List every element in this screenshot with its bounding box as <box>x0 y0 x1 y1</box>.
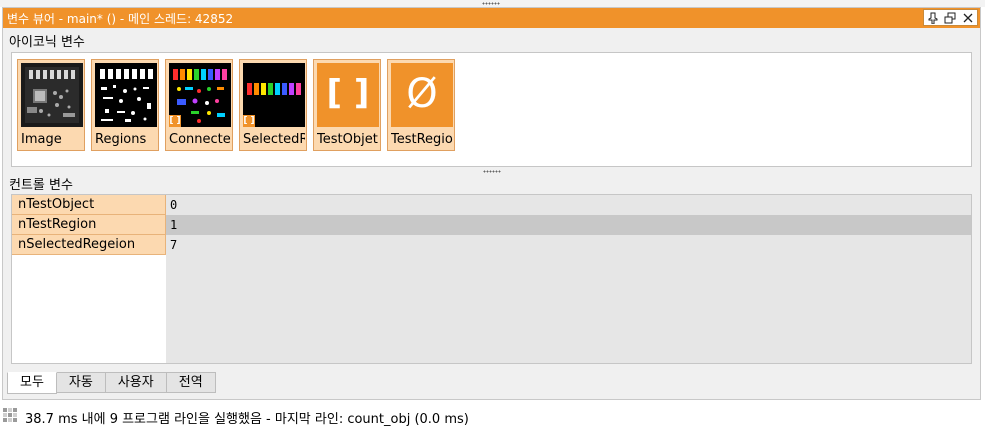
status-grid-icon <box>3 408 17 422</box>
variable-value: 0 <box>170 198 178 212</box>
selected-regions-thumbnail: [ ] <box>243 63 305 127</box>
table-row[interactable]: nSelectedRegeion 7 <box>12 235 971 255</box>
float-window-icon[interactable] <box>943 11 957 25</box>
tuple-badge-icon: [ ] <box>243 115 255 127</box>
titlebar-buttons <box>923 9 978 26</box>
iconic-tile-image[interactable]: Image <box>17 59 85 151</box>
control-section-label: 컨트롤 변수 <box>9 178 73 193</box>
iconic-tile-selectedr[interactable]: [ ] SelectedR <box>239 59 307 151</box>
tab-auto[interactable]: 자동 <box>56 372 106 393</box>
iconic-section-label: 아이코닉 변수 <box>9 35 85 50</box>
table-row[interactable]: nTestObject 0 <box>12 195 971 215</box>
variable-value: 7 <box>170 238 178 252</box>
regions-thumbnail <box>95 63 157 127</box>
splitter-grip-icon[interactable] <box>483 170 501 173</box>
tuple-badge-icon: [ ] <box>169 115 181 127</box>
iconic-tile-regions[interactable]: Regions <box>91 59 159 151</box>
variable-name: nTestRegion <box>12 215 166 235</box>
variable-name: nTestObject <box>12 195 166 215</box>
grip-dots-icon <box>482 2 500 5</box>
panel-titlebar[interactable]: 변수 뷰어 - main* () - 메인 스레드: 42852 <box>3 8 980 28</box>
panel-title: 변수 뷰어 - main* () - 메인 스레드: 42852 <box>7 12 234 26</box>
pin-icon[interactable] <box>926 11 940 25</box>
tile-label: Regions <box>95 132 147 147</box>
tile-label: TestObjet <box>317 132 378 147</box>
variable-value: 1 <box>166 215 971 235</box>
tile-label: Connected <box>169 132 231 147</box>
table-row[interactable]: nTestRegion 1 <box>12 215 971 235</box>
tile-label: SelectedR <box>243 132 305 147</box>
tab-all[interactable]: 모두 <box>7 372 57 394</box>
iconic-tile-connected[interactable]: [ ] Connected <box>165 59 233 151</box>
status-text: 38.7 ms 내에 9 프로그램 라인을 실행했음 - 마지막 라인: cou… <box>25 412 469 426</box>
iconic-tile-testobjet[interactable]: [ ] TestObjet <box>313 59 381 151</box>
tile-label: Image <box>21 132 62 147</box>
variable-name: nSelectedRegeion <box>12 235 166 255</box>
image-thumbnail <box>21 63 83 127</box>
empty-tuple-thumbnail: [ ] <box>317 63 379 127</box>
connected-thumbnail: [ ] <box>169 63 231 127</box>
control-variables-table: nTestObject 0 nTestRegion 1 nSelectedReg… <box>11 194 972 364</box>
empty-tuple-icon: [ ] <box>326 73 370 113</box>
iconic-variables-area: Image Regions [] Connecte [] SelectedR… <box>11 52 972 167</box>
empty-set-icon: Ø <box>406 71 438 117</box>
tab-global[interactable]: 전역 <box>166 372 216 393</box>
status-bar: 38.7 ms 내에 9 프로그램 라인을 실행했음 - 마지막 라인: cou… <box>0 404 985 426</box>
variable-viewer-panel: 변수 뷰어 - main* () - 메인 스레드: 42852 아이코닉 변수 <box>2 7 981 400</box>
empty-object-thumbnail: Ø <box>391 63 453 127</box>
top-resize-grip[interactable] <box>0 0 985 7</box>
tile-label: TestRegio <box>391 132 453 147</box>
close-icon[interactable] <box>961 11 975 25</box>
iconic-tile-testregio[interactable]: Ø TestRegio <box>387 59 455 151</box>
tab-user[interactable]: 사용자 <box>105 372 167 393</box>
variable-filter-tabs: 모두 자동 사용자 전역 <box>7 372 216 394</box>
